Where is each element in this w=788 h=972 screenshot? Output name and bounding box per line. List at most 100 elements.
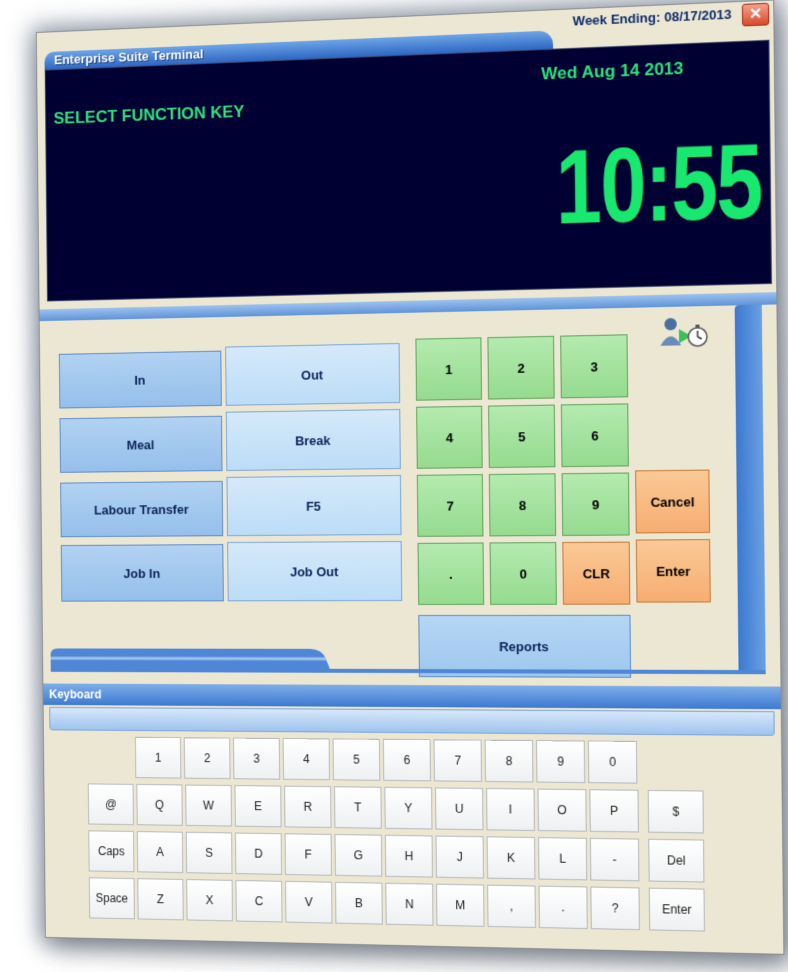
key-at[interactable]: @	[87, 783, 134, 826]
keyboard-subband	[49, 706, 775, 736]
numpad-9-button[interactable]: 9	[561, 472, 630, 536]
key-f[interactable]: F	[284, 833, 332, 876]
f5-button[interactable]: F5	[226, 474, 402, 537]
job-out-label: Job Out	[290, 563, 339, 579]
close-icon: ✕	[748, 5, 763, 24]
key-dollar[interactable]: $	[647, 789, 704, 834]
key-s[interactable]: S	[185, 831, 233, 874]
key-q[interactable]: Q	[136, 783, 183, 826]
break-button[interactable]: Break	[225, 408, 401, 471]
numpad-5-button[interactable]: 5	[488, 404, 556, 468]
panel-bottom-tab	[50, 648, 766, 675]
prompt-text: SELECT FUNCTION KEY	[53, 101, 245, 128]
key-p[interactable]: P	[589, 789, 639, 833]
key-t[interactable]: T	[334, 786, 382, 829]
key-3[interactable]: 3	[233, 737, 281, 780]
out-label: Out	[301, 366, 324, 383]
out-button[interactable]: Out	[225, 343, 401, 406]
enter-button[interactable]: Enter	[635, 539, 711, 603]
key-9[interactable]: 9	[536, 740, 586, 784]
key-8[interactable]: 8	[484, 739, 534, 783]
key-z[interactable]: Z	[137, 878, 184, 921]
numpad-8-label: 8	[518, 497, 527, 513]
enter-label: Enter	[655, 563, 691, 579]
key-m[interactable]: M	[436, 883, 485, 927]
numpad-0-button[interactable]: 0	[489, 542, 557, 605]
numpad-4-label: 4	[445, 429, 454, 445]
key-1[interactable]: 1	[134, 736, 182, 779]
numpad-6-button[interactable]: 6	[560, 403, 629, 468]
key-i[interactable]: I	[486, 788, 535, 831]
job-out-button[interactable]: Job Out	[227, 540, 403, 602]
time-text: 10:55	[555, 122, 763, 247]
key-period[interactable]: .	[538, 885, 588, 930]
key-x[interactable]: X	[186, 879, 233, 922]
key-a[interactable]: A	[136, 831, 184, 874]
numpad-8-button[interactable]: 8	[488, 473, 557, 537]
cancel-button[interactable]: Cancel	[635, 469, 711, 534]
key-r[interactable]: R	[284, 785, 332, 829]
numpad-1-button[interactable]: 1	[415, 337, 483, 401]
meal-label: Meal	[126, 436, 155, 453]
numpad-7-label: 7	[446, 498, 454, 514]
key-4[interactable]: 4	[282, 738, 331, 781]
key-b[interactable]: B	[335, 881, 383, 925]
job-in-label: Job In	[123, 565, 161, 581]
numpad-1-label: 1	[444, 361, 453, 377]
in-label: In	[134, 372, 146, 388]
key-n[interactable]: N	[385, 882, 434, 926]
numpad-5-label: 5	[517, 428, 526, 444]
keyboard-header: Keyboard	[43, 683, 781, 710]
key-space[interactable]: Space	[88, 877, 135, 920]
key-6[interactable]: 6	[382, 738, 431, 782]
numpad-3-button[interactable]: 3	[560, 334, 629, 399]
key-u[interactable]: U	[435, 787, 484, 831]
key-l[interactable]: L	[538, 837, 588, 881]
clr-button[interactable]: CLR	[562, 541, 631, 605]
key-caps[interactable]: Caps	[88, 830, 135, 873]
key-5[interactable]: 5	[332, 738, 381, 781]
key-7[interactable]: 7	[433, 739, 483, 782]
break-label: Break	[295, 432, 331, 448]
key-g[interactable]: G	[334, 834, 383, 877]
key-h[interactable]: H	[384, 834, 433, 878]
numpad-6-label: 6	[591, 427, 599, 443]
key-o[interactable]: O	[537, 788, 587, 832]
key-w[interactable]: W	[185, 784, 232, 827]
key-k[interactable]: K	[486, 836, 536, 880]
date-text: Wed Aug 14 2013	[541, 58, 684, 84]
key-v[interactable]: V	[285, 880, 333, 924]
key-del[interactable]: Del	[648, 838, 705, 883]
numpad-0-label: 0	[519, 565, 527, 582]
close-button[interactable]: ✕	[741, 2, 770, 27]
user-clock-icon[interactable]	[658, 314, 710, 352]
key-j[interactable]: J	[435, 835, 485, 879]
job-in-button[interactable]: Job In	[60, 544, 224, 602]
clr-label: CLR	[582, 565, 610, 581]
panel-side-strip	[734, 304, 766, 675]
function-panel: In Out Meal Break Labour Transfer F5 Job…	[47, 305, 735, 678]
key-enter[interactable]: Enter	[648, 887, 705, 932]
key-2[interactable]: 2	[183, 737, 231, 780]
numpad-2-button[interactable]: 2	[487, 335, 555, 400]
cancel-label: Cancel	[650, 493, 695, 510]
key-comma[interactable]: ,	[487, 884, 536, 928]
clock-display: SELECT FUNCTION KEY Wed Aug 14 2013 10:5…	[44, 39, 773, 302]
numpad-4-button[interactable]: 4	[416, 405, 483, 469]
numpad-9-label: 9	[591, 496, 600, 512]
numpad-7-button[interactable]: 7	[416, 474, 484, 537]
meal-button[interactable]: Meal	[59, 415, 223, 473]
numpad-3-label: 3	[590, 358, 598, 375]
key-y[interactable]: Y	[384, 786, 433, 830]
in-button[interactable]: In	[58, 350, 222, 409]
key-d[interactable]: D	[234, 832, 283, 875]
labour-transfer-button[interactable]: Labour Transfer	[60, 480, 224, 538]
key-e[interactable]: E	[234, 785, 282, 828]
week-ending-label: Week Ending: 08/17/2013	[572, 6, 732, 29]
key-c[interactable]: C	[235, 879, 283, 923]
key-hyphen[interactable]: -	[589, 837, 640, 882]
numpad-dot-button[interactable]: .	[417, 542, 485, 605]
key-0[interactable]: 0	[587, 740, 638, 784]
key-question[interactable]: ?	[590, 886, 640, 931]
numpad-dot-label: .	[448, 566, 453, 582]
